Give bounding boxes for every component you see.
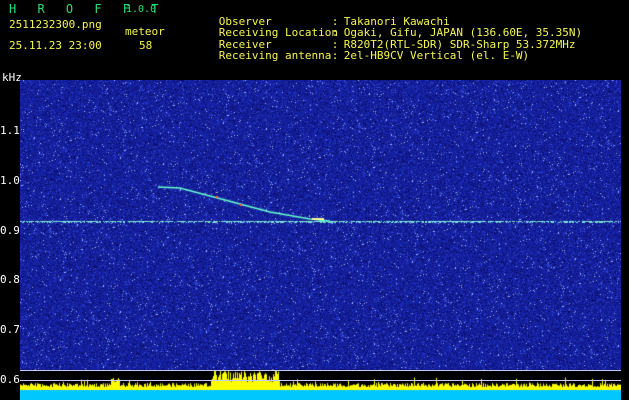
y-tick-label: 0.9: [0, 224, 20, 237]
amplitude-reference-line: [20, 380, 621, 381]
app-version: 1.0.0: [126, 4, 157, 15]
y-tick-label: 1.0: [0, 174, 20, 187]
info-label: Receiving Location: [218, 26, 338, 39]
observation-datetime: 25.11.23 23:00: [9, 39, 102, 52]
meteor-count-value: 58: [139, 39, 153, 52]
y-tick-label: 1.1: [0, 124, 20, 137]
image-filename: 2511232300.png: [9, 18, 102, 31]
y-tick-label: 0.8: [0, 273, 20, 286]
info-row-observer: Observer: Takanori Kawachi: [179, 4, 582, 27]
station-info: Observer: Takanori Kawachi Receiving Loca…: [179, 4, 582, 61]
info-value: 2el-HB9CV Vertical (el. E-W): [343, 49, 530, 62]
info-sep: :: [331, 49, 339, 62]
meteor-count-label: meteor: [125, 25, 165, 38]
spectrogram-canvas: [20, 80, 621, 400]
y-axis-unit: kHz: [2, 71, 22, 84]
info-label: Receiving antenna: [218, 49, 332, 62]
info-sep: :: [331, 26, 339, 39]
amplitude-reference-line: [20, 370, 621, 371]
y-tick-label: 0.6: [0, 373, 20, 386]
hrofft-spectrogram-window: H R O F F T 1.0.0 2511232300.png meteor …: [0, 0, 629, 400]
spectrogram-plot: [20, 80, 621, 400]
y-tick-label: 0.7: [0, 323, 20, 336]
